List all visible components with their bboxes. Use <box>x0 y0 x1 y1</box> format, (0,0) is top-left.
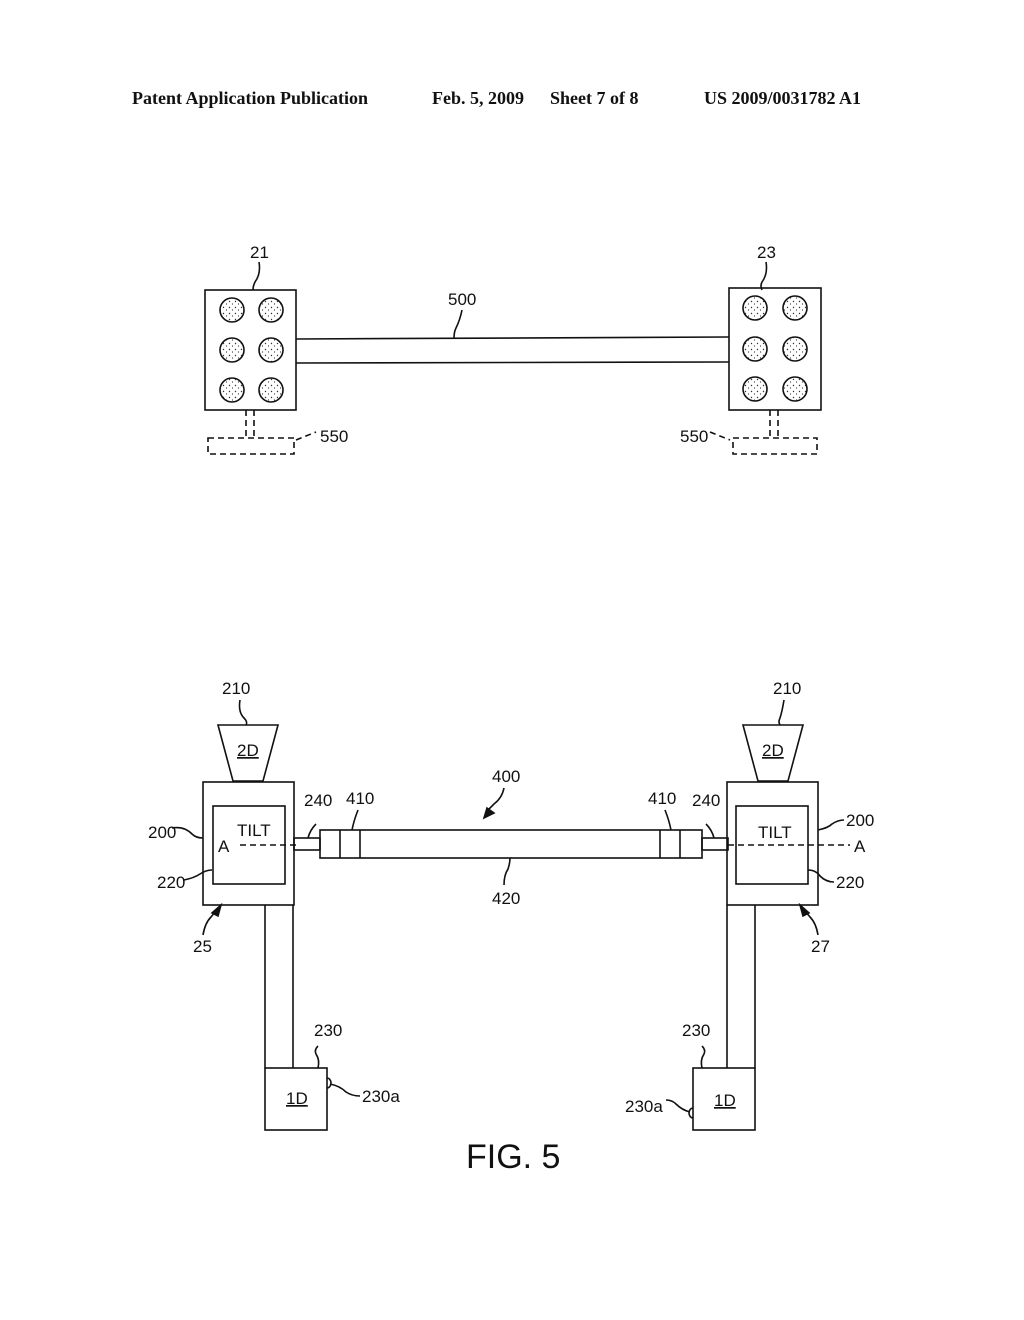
label-240-left: 240 <box>304 791 332 810</box>
arrowhead-400 <box>482 806 496 820</box>
leader-420 <box>503 857 511 886</box>
leader-230a-left <box>329 1083 361 1097</box>
leader-23 <box>760 261 768 291</box>
label-220-right: 220 <box>836 873 864 892</box>
label-420: 420 <box>492 889 520 908</box>
text-2d-right: 2D <box>762 741 784 760</box>
leader-230a-right <box>665 1099 691 1113</box>
leader-410-right <box>664 809 672 831</box>
leader-200-right <box>817 819 845 831</box>
housing-200-left <box>202 781 295 906</box>
unit-23 <box>728 287 822 411</box>
leader-210-right <box>778 699 785 726</box>
base-550-left <box>207 410 317 455</box>
figure-title: FIG. 5 <box>466 1138 560 1176</box>
leader-21 <box>252 261 261 291</box>
label-200-right: 200 <box>846 811 874 830</box>
light-array-right <box>742 295 808 402</box>
leader-240-right <box>705 823 715 839</box>
label-200-left: 200 <box>148 823 176 842</box>
leader-210-left <box>238 699 248 726</box>
label-230a-left: 230a <box>362 1087 400 1106</box>
leader-200-left <box>171 826 204 839</box>
light-array-left <box>219 297 284 403</box>
label-410-left: 410 <box>346 789 374 808</box>
leader-240-left <box>307 823 317 839</box>
label-400: 400 <box>492 767 520 786</box>
text-1d-left: 1D <box>286 1089 308 1108</box>
label-23: 23 <box>757 243 776 262</box>
leader-230-right <box>700 1045 706 1069</box>
figure-5-drawing: 21 23 500 550 550 210 210 2D 2D TILT TIL… <box>148 243 874 1176</box>
axis-a-label-right: A <box>854 837 866 856</box>
label-220-left: 220 <box>157 873 185 892</box>
label-210-right: 210 <box>773 679 801 698</box>
axis-a-label-left: A <box>218 837 230 856</box>
label-210-left: 210 <box>222 679 250 698</box>
arrowhead-25 <box>210 902 223 918</box>
shaft-240-left <box>293 837 321 851</box>
text-tilt-left: TILT <box>237 821 271 840</box>
label-25: 25 <box>193 937 212 956</box>
housing-200-right <box>726 781 819 906</box>
label-410-right: 410 <box>648 789 676 808</box>
label-240-right: 240 <box>692 791 720 810</box>
label-27: 27 <box>811 937 830 956</box>
text-tilt-right: TILT <box>758 823 792 842</box>
shaft-240-right <box>701 837 729 851</box>
leader-230-left <box>314 1045 320 1069</box>
label-230a-right: 230a <box>625 1097 663 1116</box>
leader-220-left <box>183 869 213 881</box>
arrowhead-27 <box>798 902 811 918</box>
leader-410-left <box>351 809 359 831</box>
text-1d-right: 1D <box>714 1091 736 1110</box>
label-550-left: 550 <box>320 427 348 446</box>
leader-500 <box>453 309 463 339</box>
tube-420 <box>319 829 703 859</box>
label-230-right: 230 <box>682 1021 710 1040</box>
text-2d-left: 2D <box>237 741 259 760</box>
label-550-right: 550 <box>680 427 708 446</box>
leader-220-right <box>807 869 835 883</box>
base-550-right <box>709 410 818 455</box>
label-21: 21 <box>250 243 269 262</box>
label-230-left: 230 <box>314 1021 342 1040</box>
unit-21 <box>204 289 297 411</box>
label-500: 500 <box>448 290 476 309</box>
connector-bar-500 <box>295 336 730 364</box>
